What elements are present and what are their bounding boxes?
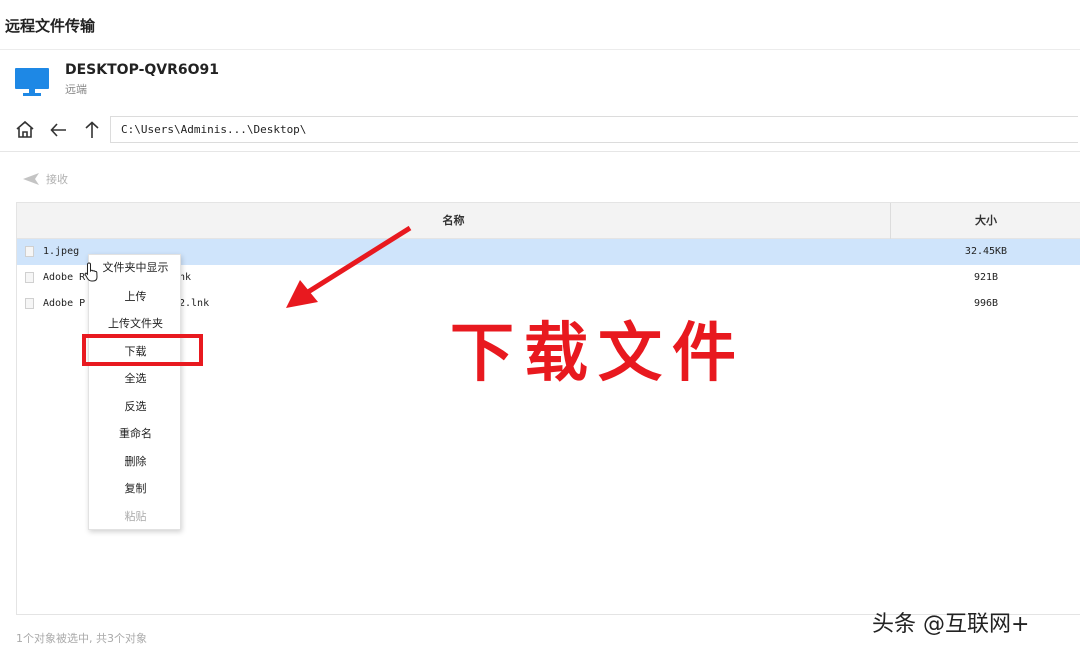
window-title: 远程文件传输: [5, 17, 96, 35]
path-input[interactable]: C:\Users\Adminis...\Desktop\: [110, 116, 1078, 143]
menu-item-copy[interactable]: 复制: [89, 476, 182, 502]
file-icon: [25, 298, 34, 309]
monitor-icon: [15, 68, 49, 96]
menu-item-select-all[interactable]: 全选: [89, 366, 182, 392]
file-size: 996B: [973, 298, 999, 309]
file-name: Adobe R: [43, 272, 86, 283]
menu-item-show-in-folder[interactable]: 文件夹中显示: [89, 255, 182, 281]
receive-button[interactable]: 接收: [16, 166, 68, 192]
arrow-up-icon[interactable]: [80, 118, 104, 142]
hand-cursor-icon: [84, 262, 98, 282]
file-icon: [25, 272, 34, 283]
device-location: 远端: [65, 83, 87, 96]
file-name: 1.jpeg: [43, 246, 80, 257]
watermark: 头条 @互联网+: [872, 612, 1030, 637]
menu-item-delete[interactable]: 删除: [89, 449, 182, 475]
status-bar: 1个对象被选中, 共3个对象: [16, 632, 147, 645]
send-back-icon: [23, 173, 39, 185]
arrow-left-icon[interactable]: [47, 118, 71, 142]
column-header-name[interactable]: 名称: [17, 203, 891, 239]
annotation-text: 下载文件: [450, 317, 746, 391]
file-size: 921B: [973, 272, 999, 283]
title-bar: 远程文件传输: [0, 0, 1080, 50]
home-icon[interactable]: [13, 118, 37, 142]
table-header: 名称 大小: [17, 203, 1080, 239]
menu-item-rename[interactable]: 重命名: [89, 421, 182, 447]
column-header-size[interactable]: 大小: [891, 203, 1080, 239]
menu-item-paste[interactable]: 粘贴: [89, 504, 182, 530]
menu-item-invert-selection[interactable]: 反选: [89, 394, 182, 420]
file-size: 32.45KB: [964, 246, 1008, 257]
download-highlight-box: [82, 334, 203, 366]
context-menu: 文件夹中显示 上传 上传文件夹 下载 全选 反选 重命名 删除 复制 粘贴: [88, 254, 181, 530]
file-icon: [25, 246, 34, 257]
navigation-bar: C:\Users\Adminis...\Desktop\: [0, 112, 1080, 152]
receive-label: 接收: [46, 173, 68, 186]
menu-item-upload[interactable]: 上传: [89, 284, 182, 310]
file-name: Adobe P: [43, 298, 86, 309]
file-name-tail: 2.lnk: [179, 298, 210, 309]
device-name: DESKTOP-QVR6O91: [65, 62, 220, 78]
